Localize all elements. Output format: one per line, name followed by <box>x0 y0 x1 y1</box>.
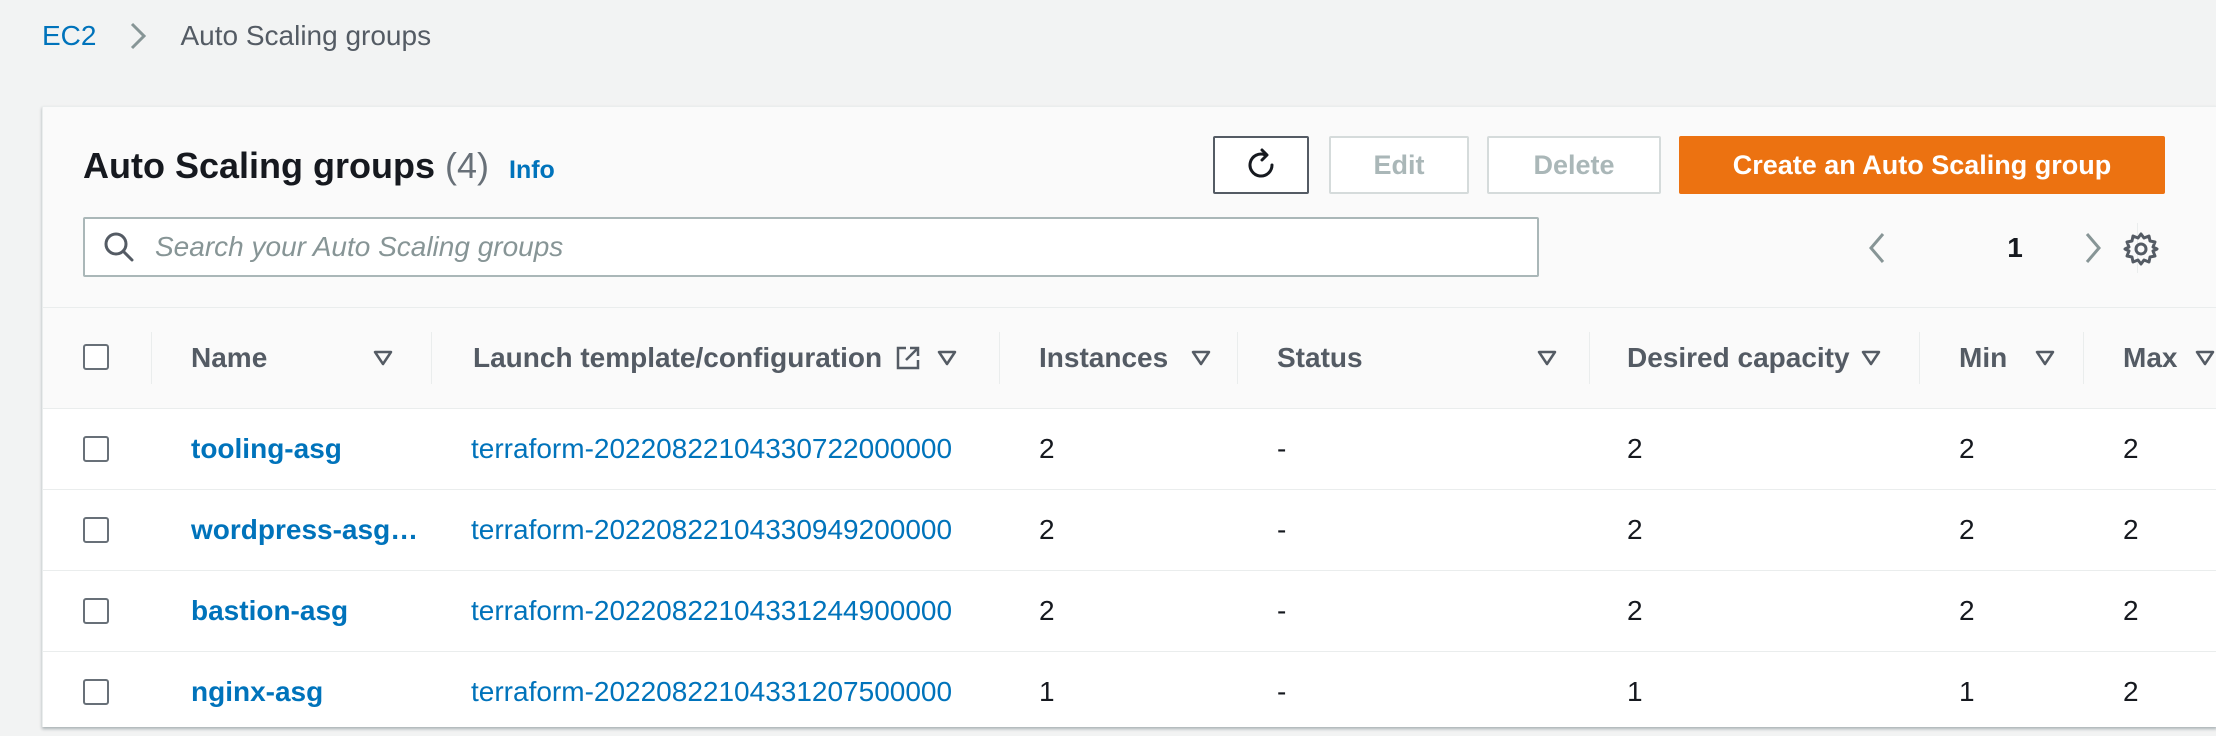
breadcrumb-ec2-link[interactable]: EC2 <box>42 20 96 52</box>
status-value: - <box>1277 676 1287 707</box>
desired-capacity-value: 2 <box>1627 595 1643 626</box>
chevron-left-icon <box>1866 230 1888 266</box>
sort-caret-icon[interactable] <box>371 344 395 372</box>
chevron-right-icon <box>2082 230 2104 266</box>
search-box <box>83 217 1539 277</box>
sort-caret-icon[interactable] <box>1535 344 1559 372</box>
min-value: 2 <box>1959 433 1975 464</box>
sort-caret-icon[interactable] <box>935 344 959 372</box>
column-header-status[interactable]: Status <box>1277 308 1363 408</box>
desired-capacity-value: 1 <box>1627 676 1643 707</box>
panel-header: Auto Scaling groups (4) Info Edit Delete… <box>43 107 2216 308</box>
column-header-max[interactable]: Max <box>2123 308 2177 408</box>
status-value: - <box>1277 433 1287 464</box>
delete-button[interactable]: Delete <box>1487 136 1661 194</box>
launch-template-link[interactable]: terraform-20220822104330949200000 <box>471 490 999 570</box>
status-value: - <box>1277 595 1287 626</box>
previous-page-button[interactable] <box>1857 223 1897 273</box>
asg-name-link[interactable]: tooling-asg <box>191 409 427 489</box>
title-text: Auto Scaling groups <box>83 145 436 186</box>
row-checkbox[interactable] <box>83 436 109 462</box>
column-divider <box>2083 332 2084 384</box>
current-page-number[interactable]: 1 <box>1995 223 2035 273</box>
next-page-button[interactable] <box>2073 223 2113 273</box>
table-header: Name Launch template/configuration Insta… <box>43 308 2216 409</box>
group-count: (4) <box>445 145 490 186</box>
breadcrumb-current: Auto Scaling groups <box>180 20 432 51</box>
column-header-instances[interactable]: Instances <box>1039 308 1168 408</box>
launch-template-link[interactable]: terraform-20220822104331207500000 <box>471 652 999 727</box>
edit-button[interactable]: Edit <box>1329 136 1469 194</box>
table-row[interactable]: wordpress-asg… terraform-202208221043309… <box>43 490 2216 571</box>
row-checkbox[interactable] <box>83 517 109 543</box>
column-divider <box>999 332 1000 384</box>
select-all-checkbox[interactable] <box>83 344 109 370</box>
table-row[interactable]: tooling-asg terraform-202208221043307220… <box>43 409 2216 490</box>
column-divider <box>1919 332 1920 384</box>
refresh-icon <box>1243 147 1279 183</box>
min-value: 1 <box>1959 676 1975 707</box>
min-value: 2 <box>1959 514 1975 545</box>
instances-value: 2 <box>1039 595 1055 626</box>
status-value: - <box>1277 514 1287 545</box>
column-divider <box>1589 332 1590 384</box>
launch-template-link[interactable]: terraform-20220822104330722000000 <box>471 409 999 489</box>
column-divider <box>431 332 432 384</box>
page-title: Auto Scaling groups (4) Info <box>83 145 555 187</box>
desired-capacity-value: 2 <box>1627 433 1643 464</box>
asg-name-link[interactable]: bastion-asg <box>191 571 427 651</box>
max-value: 2 <box>2123 433 2139 464</box>
table-settings-button[interactable] <box>2119 227 2163 271</box>
instances-value: 2 <box>1039 514 1055 545</box>
table-row[interactable]: bastion-asg terraform-202208221043312449… <box>43 571 2216 652</box>
auto-scaling-groups-panel: Auto Scaling groups (4) Info Edit Delete… <box>42 106 2216 727</box>
sort-caret-icon[interactable] <box>1189 344 1213 372</box>
sort-caret-icon[interactable] <box>2033 344 2057 372</box>
column-divider <box>1237 332 1238 384</box>
asg-name-link[interactable]: nginx-asg <box>191 652 427 727</box>
max-value: 2 <box>2123 595 2139 626</box>
min-value: 2 <box>1959 595 1975 626</box>
max-value: 2 <box>2123 676 2139 707</box>
create-auto-scaling-group-button[interactable]: Create an Auto Scaling group <box>1679 136 2165 194</box>
table-row[interactable]: nginx-asg terraform-20220822104331207500… <box>43 652 2216 727</box>
column-header-desired-capacity[interactable]: Desired capacity <box>1627 308 1850 408</box>
chevron-right-icon <box>118 18 158 54</box>
asg-name-link[interactable]: wordpress-asg… <box>191 490 427 570</box>
sort-caret-icon[interactable] <box>1859 344 1883 372</box>
column-header-min[interactable]: Min <box>1959 308 2007 408</box>
row-checkbox[interactable] <box>83 679 109 705</box>
sort-caret-icon[interactable] <box>2193 344 2216 372</box>
column-header-launch-template[interactable]: Launch template/configuration <box>473 308 882 408</box>
info-link[interactable]: Info <box>509 156 555 185</box>
instances-value: 2 <box>1039 433 1055 464</box>
column-header-name[interactable]: Name <box>191 308 267 408</box>
max-value: 2 <box>2123 514 2139 545</box>
search-input[interactable] <box>153 230 1517 264</box>
gear-icon <box>2122 230 2160 268</box>
refresh-button[interactable] <box>1213 136 1309 194</box>
desired-capacity-value: 2 <box>1627 514 1643 545</box>
external-link-icon <box>893 344 923 372</box>
breadcrumb: EC2 Auto Scaling groups <box>42 18 431 54</box>
launch-template-link[interactable]: terraform-20220822104331244900000 <box>471 571 999 651</box>
column-divider <box>151 332 152 384</box>
row-checkbox[interactable] <box>83 598 109 624</box>
instances-value: 1 <box>1039 676 1055 707</box>
search-icon <box>99 227 139 267</box>
